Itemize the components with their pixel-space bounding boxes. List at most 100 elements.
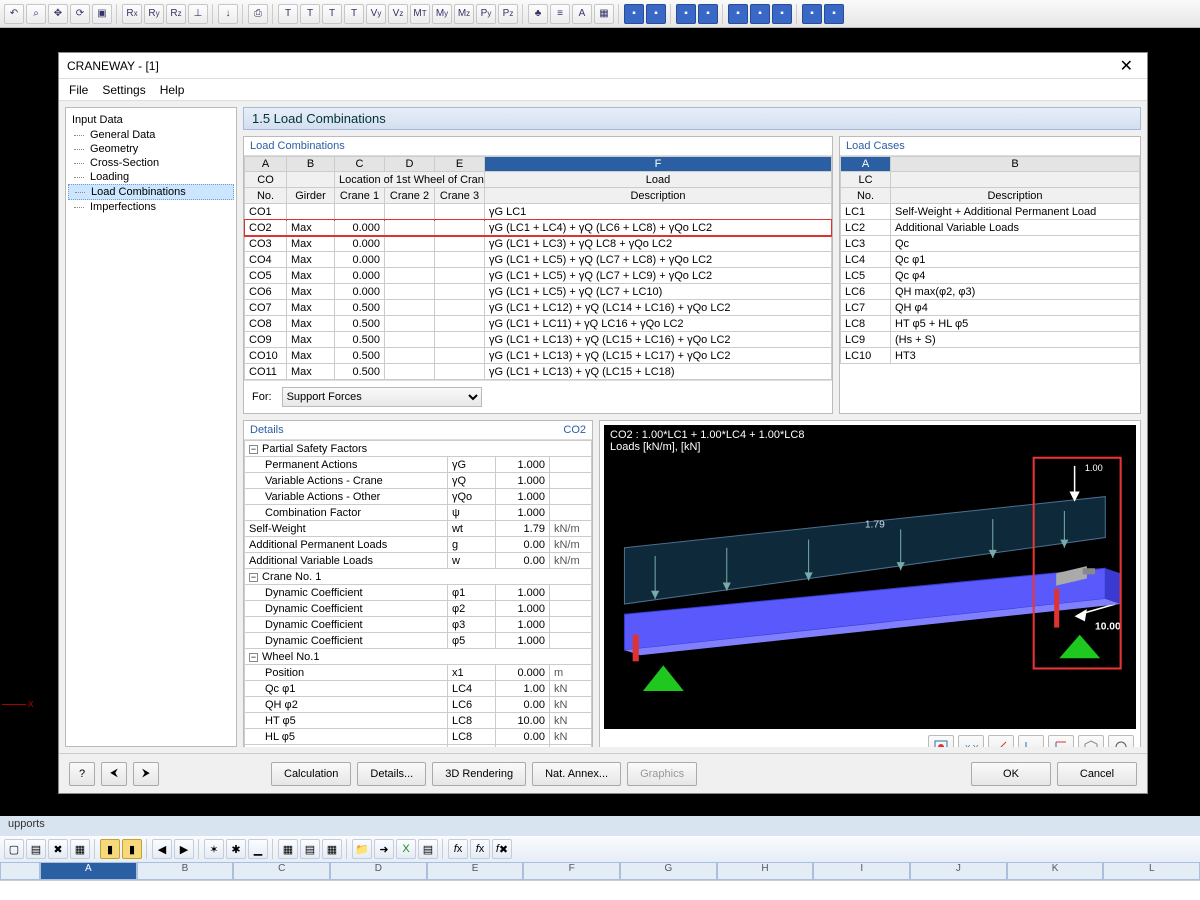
rb-folder-icon[interactable]: 📁 — [352, 839, 372, 859]
tool-rotate-icon[interactable]: ⟳ — [70, 4, 90, 24]
rb-next-icon[interactable]: ▶ — [174, 839, 194, 859]
rb-fx-del-icon[interactable]: f✖ — [492, 839, 512, 859]
case-row[interactable]: LC9(Hs + S) — [841, 332, 1140, 348]
detail-row[interactable]: Additional Variable Loadsw0.00kN/m — [245, 553, 592, 569]
tree-item[interactable]: Load Combinations — [68, 184, 234, 200]
detail-row[interactable]: −Partial Safety Factors — [245, 441, 592, 457]
rb-filter-on-icon[interactable]: ▮ — [100, 839, 120, 859]
cancel-button[interactable]: Cancel — [1057, 762, 1137, 786]
sheet-col[interactable]: I — [813, 862, 910, 880]
tool-rx-icon[interactable]: Rx — [122, 4, 142, 24]
detail-row[interactable]: Dynamic Coefficientφ31.000 — [245, 617, 592, 633]
viewer-fit-icon[interactable] — [928, 735, 954, 747]
close-icon[interactable]: ✕ — [1114, 56, 1139, 76]
viewer-axis2-icon[interactable] — [1018, 735, 1044, 747]
lc-row[interactable]: CO4Max0.000γG (LC1 + LC5) + γQ (LC7 + LC… — [245, 252, 832, 268]
detail-row[interactable]: Combination Factorψ1.000 — [245, 505, 592, 521]
detail-row[interactable]: Dynamic Coefficientφ51.000 — [245, 633, 592, 649]
detail-row[interactable]: −Crane No. 1 — [245, 569, 592, 585]
lc-row[interactable]: CO1γG LC1 — [245, 204, 832, 220]
tool-m1-icon[interactable]: ▪ — [624, 4, 644, 24]
sheet-col[interactable]: L — [1103, 862, 1200, 880]
details-button[interactable]: Details... — [357, 762, 426, 786]
rb-calc-icon[interactable]: ▤ — [418, 839, 438, 859]
rb-excel-icon[interactable]: X — [396, 839, 416, 859]
detail-row[interactable]: Permanent ActionsγG1.000 — [245, 457, 592, 473]
tool-m6-icon[interactable]: ▪ — [750, 4, 770, 24]
detail-row[interactable]: HL φ5LC80.00kN — [245, 729, 592, 745]
tool-vy-icon[interactable]: Vy — [366, 4, 386, 24]
tool-m9-icon[interactable]: ▪ — [824, 4, 844, 24]
tool-t4-icon[interactable]: T — [344, 4, 364, 24]
lc-row[interactable]: CO6Max0.000γG (LC1 + LC5) + γQ (LC7 + LC… — [245, 284, 832, 300]
case-row[interactable]: LC8HT φ5 + HL φ5 — [841, 316, 1140, 332]
sheet-col[interactable]: D — [330, 862, 427, 880]
tree-item[interactable]: Geometry — [68, 142, 234, 156]
tool-tree-icon[interactable]: ♣ — [528, 4, 548, 24]
tool-section-icon[interactable]: ⊥ — [188, 4, 208, 24]
tool-m2-icon[interactable]: ▪ — [646, 4, 666, 24]
calculation-button[interactable]: Calculation — [271, 762, 351, 786]
tree-item[interactable]: Loading — [68, 170, 234, 184]
sheet-col[interactable]: F — [523, 862, 620, 880]
sheet-column-headers[interactable]: ABCDEFGHIJKL — [0, 862, 1200, 880]
tool-iso-icon[interactable]: ▣ — [92, 4, 112, 24]
tool-my-icon[interactable]: My — [432, 4, 452, 24]
lc-row[interactable]: CO8Max0.500γG (LC1 + LC11) + γQ LC16 + γ… — [245, 316, 832, 332]
sheet-col[interactable]: A — [40, 862, 137, 880]
for-select[interactable]: Support Forces — [282, 387, 482, 407]
tool-table-icon[interactable]: ▦ — [594, 4, 614, 24]
case-row[interactable]: LC7QH φ4 — [841, 300, 1140, 316]
lc-row[interactable]: CO3Max0.000γG (LC1 + LC3) + γQ LC8 + γQo… — [245, 236, 832, 252]
case-row[interactable]: LC4Qc φ1 — [841, 252, 1140, 268]
tool-print-icon[interactable]: ⎙ — [248, 4, 268, 24]
detail-row[interactable]: Additional Permanent Loadsg0.00kN/m — [245, 537, 592, 553]
tool-load-icon[interactable]: ↓ — [218, 4, 238, 24]
rb-sheet-icon[interactable]: ▤ — [300, 839, 320, 859]
menu-help[interactable]: Help — [160, 83, 185, 97]
tree-item[interactable]: Imperfections — [68, 200, 234, 214]
case-row[interactable]: LC2Additional Variable Loads — [841, 220, 1140, 236]
rb-fx-icon[interactable]: fx — [448, 839, 468, 859]
sheet-row[interactable] — [0, 880, 1200, 900]
rb-open-icon[interactable]: ▤ — [26, 839, 46, 859]
viewer-iso-icon[interactable] — [1078, 735, 1104, 747]
lc-row[interactable]: CO9Max0.500γG (LC1 + LC13) + γQ (LC15 + … — [245, 332, 832, 348]
rb-fx2-icon[interactable]: fx — [470, 839, 490, 859]
lc-row[interactable]: CO2Max0.000γG (LC1 + LC4) + γQ (LC6 + LC… — [245, 220, 832, 236]
detail-row[interactable]: Dynamic Coefficientφ11.000 — [245, 585, 592, 601]
rb-mark1-icon[interactable]: ✶ — [204, 839, 224, 859]
sheet-col[interactable]: K — [1007, 862, 1104, 880]
tool-mt-icon[interactable]: MT — [410, 4, 430, 24]
tree-item[interactable]: General Data — [68, 128, 234, 142]
tool-rz-icon[interactable]: Rz — [166, 4, 186, 24]
tool-mz-icon[interactable]: Mz — [454, 4, 474, 24]
viewer-axis1-icon[interactable] — [988, 735, 1014, 747]
tool-ry-icon[interactable]: Ry — [144, 4, 164, 24]
rb-colors-icon[interactable]: ▦ — [322, 839, 342, 859]
lc-row[interactable]: CO7Max0.500γG (LC1 + LC12) + γQ (LC14 + … — [245, 300, 832, 316]
rb-prev-icon[interactable]: ◀ — [152, 839, 172, 859]
tool-m7-icon[interactable]: ▪ — [772, 4, 792, 24]
tool-m3-icon[interactable]: ▪ — [676, 4, 696, 24]
next-button[interactable]: ⮞ — [133, 762, 159, 786]
viewer-axis3-icon[interactable] — [1048, 735, 1074, 747]
sheet-col[interactable]: H — [717, 862, 814, 880]
case-row[interactable]: LC5Qc φ4 — [841, 268, 1140, 284]
rb-new-icon[interactable]: ▢ — [4, 839, 24, 859]
detail-row[interactable]: −Wheel No.1 — [245, 649, 592, 665]
sheet-col[interactable]: E — [427, 862, 524, 880]
detail-row[interactable]: Qc φ1LC41.00kN — [245, 681, 592, 697]
rb-grid-icon[interactable]: ▦ — [278, 839, 298, 859]
rb-highlight-on-icon[interactable]: ▮ — [122, 839, 142, 859]
sheet-col[interactable]: C — [233, 862, 330, 880]
case-row[interactable]: LC3Qc — [841, 236, 1140, 252]
detail-row[interactable]: Variable Actions - CraneγQ1.000 — [245, 473, 592, 489]
detail-row[interactable]: Dynamic Coefficientφ21.000 — [245, 601, 592, 617]
case-row[interactable]: LC10HT3 — [841, 348, 1140, 364]
detail-row[interactable]: Variable Actions - OtherγQo1.000 — [245, 489, 592, 505]
load-cases-table[interactable]: AB LC No.Description LC1Self-Weight + Ad… — [840, 156, 1140, 364]
lc-row[interactable]: CO5Max0.000γG (LC1 + LC5) + γQ (LC7 + LC… — [245, 268, 832, 284]
rb-del-icon[interactable]: ✖ — [48, 839, 68, 859]
tool-text-icon[interactable]: A — [572, 4, 592, 24]
